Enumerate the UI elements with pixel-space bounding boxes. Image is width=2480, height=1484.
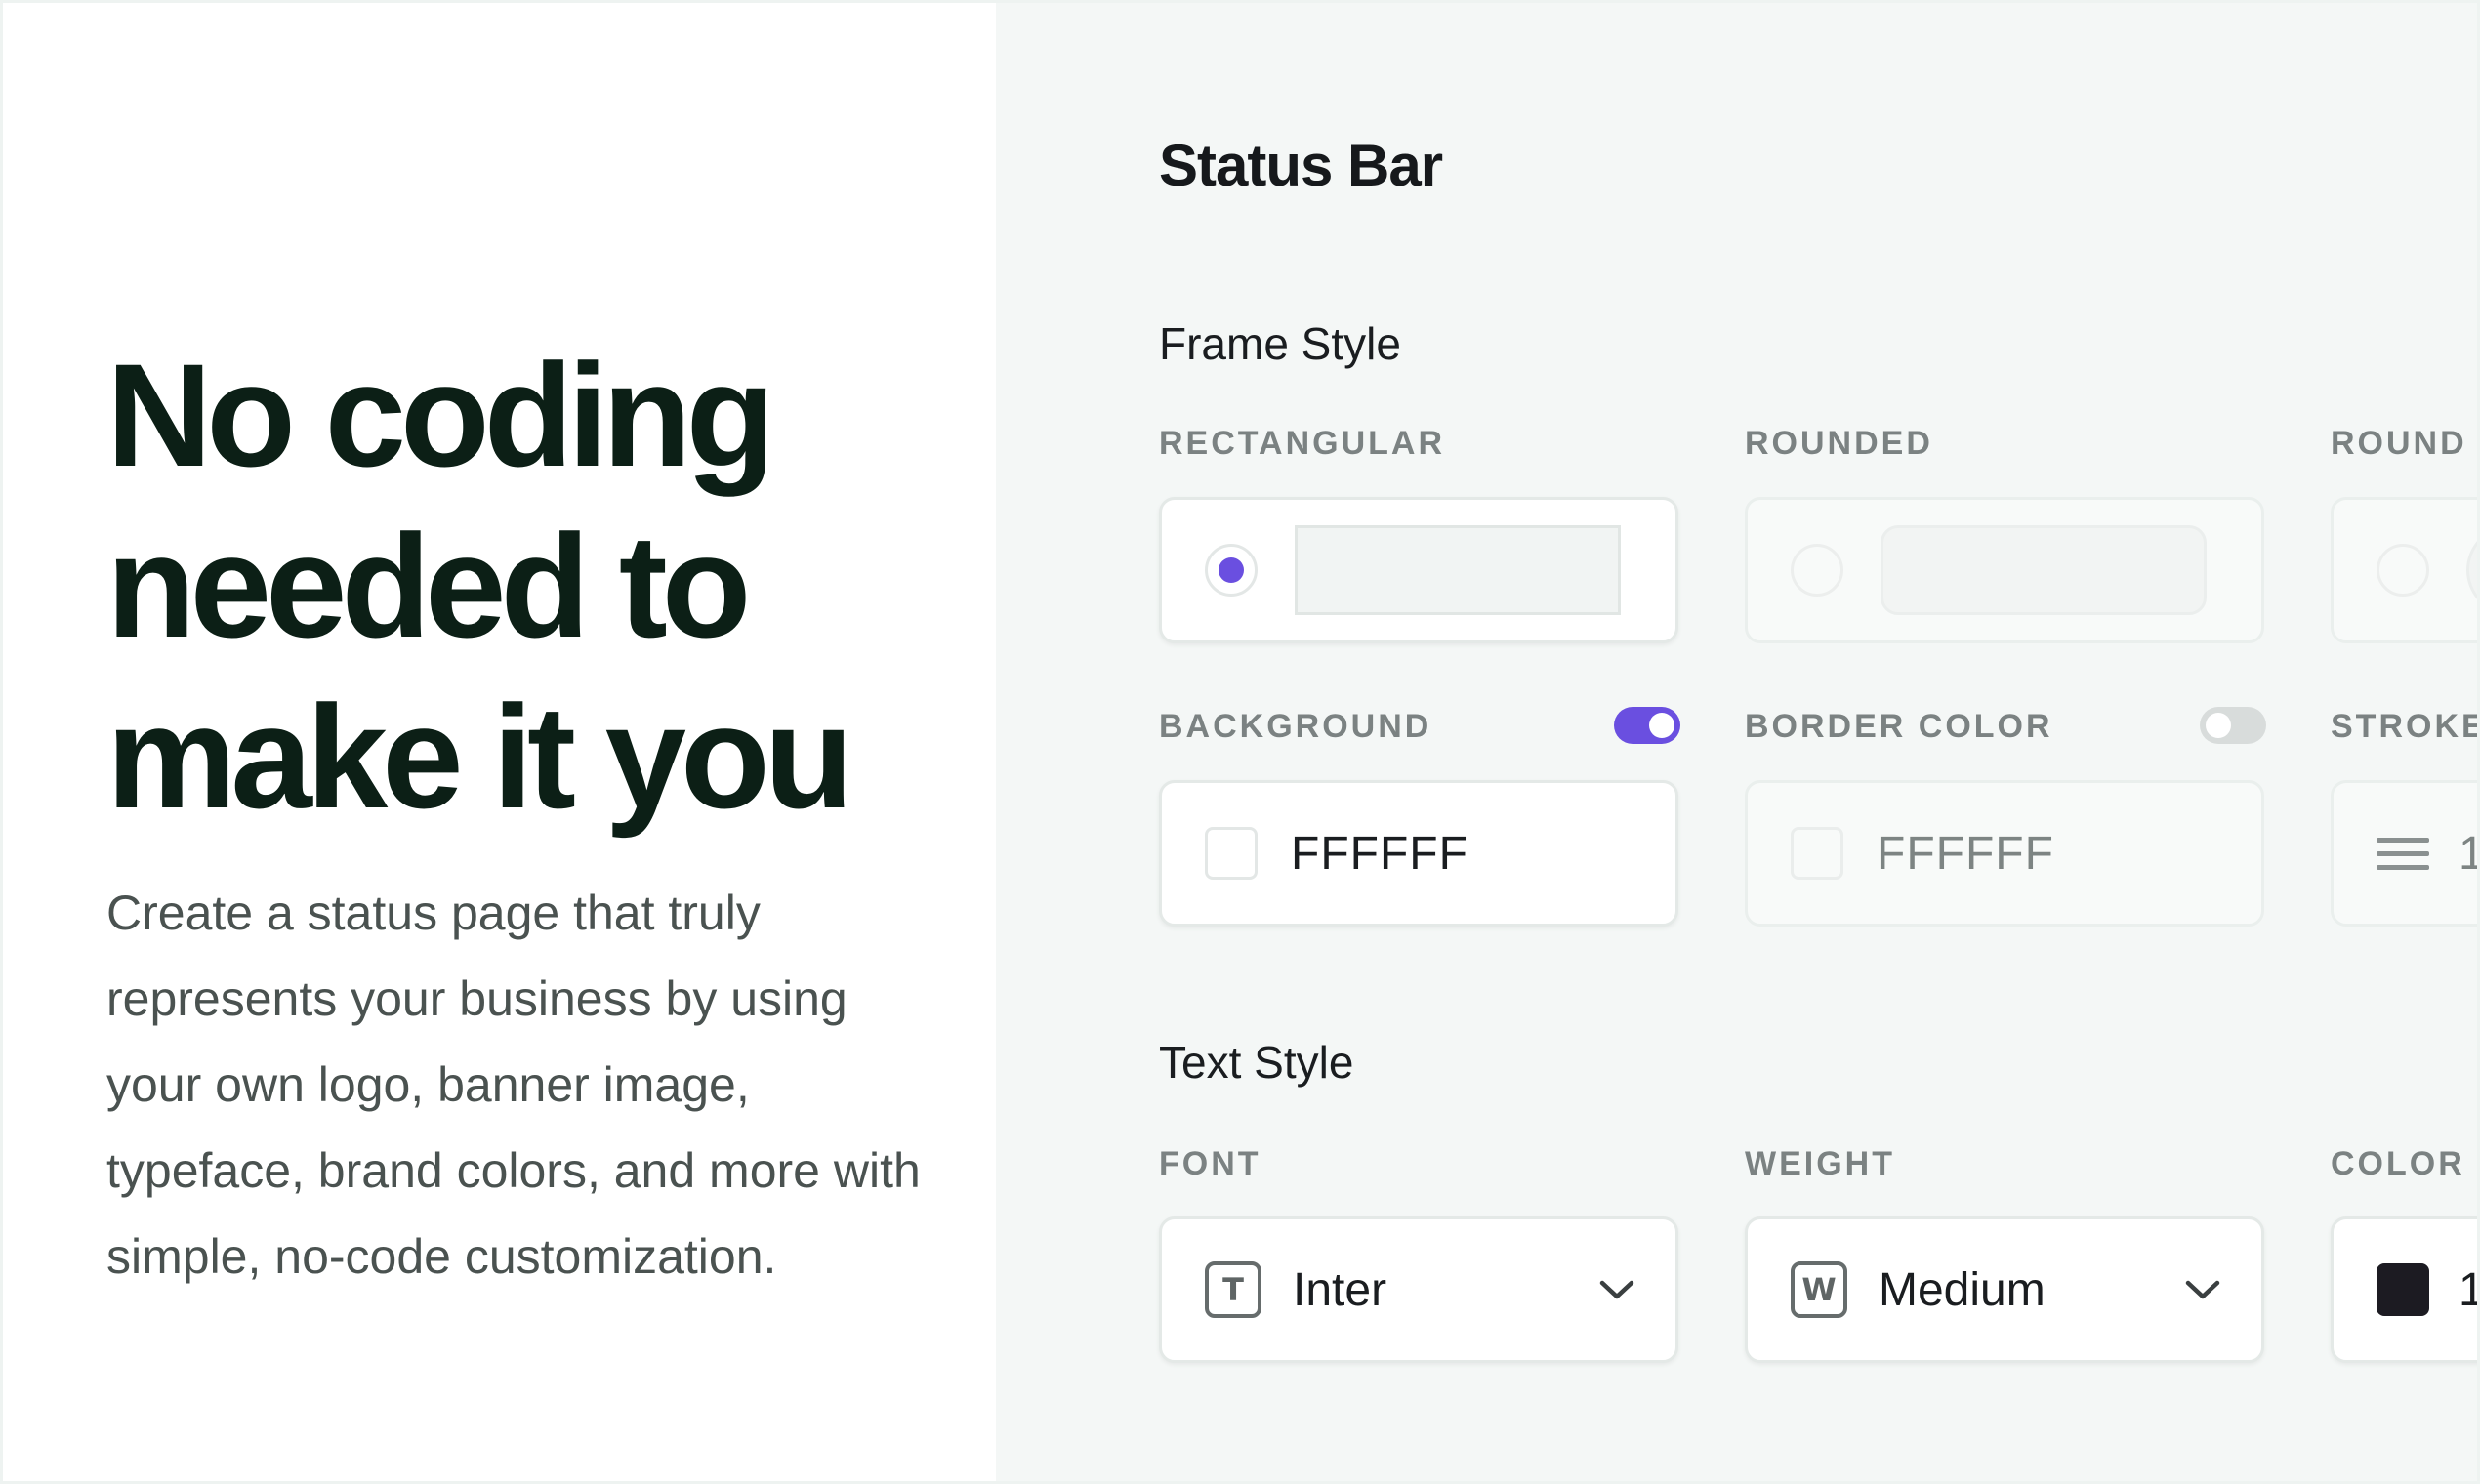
weight-label: WEIGHT xyxy=(1745,1145,1895,1182)
border-color-field[interactable]: FFFFFF xyxy=(1745,780,2264,927)
rounded-preview xyxy=(1881,525,2207,615)
border-color-toggle[interactable] xyxy=(2200,707,2266,744)
font-label: FONT xyxy=(1159,1145,1261,1182)
font-value: Inter xyxy=(1293,1263,1387,1316)
frame-option-rectangular[interactable] xyxy=(1159,497,1678,643)
editor-panel: Status Bar Frame Style RECTANGULAR ROUND… xyxy=(996,3,2477,1481)
round-preview xyxy=(2466,525,2477,615)
border-color-value: FFFFFF xyxy=(1877,827,2054,880)
stroke-value: 1 xyxy=(2459,827,2477,880)
rectangular-preview xyxy=(1295,525,1621,615)
chevron-down-icon[interactable] xyxy=(2181,1268,2224,1311)
font-icon: T xyxy=(1205,1261,1261,1318)
headline-line: No coding xyxy=(106,333,775,497)
radio-selected[interactable] xyxy=(1205,544,1258,597)
frame-option-round[interactable] xyxy=(2331,497,2477,643)
hero-headline: No coding needed to make it you xyxy=(106,330,985,843)
background-color-field[interactable]: FFFFFF xyxy=(1159,780,1678,927)
frame-style-heading: Frame Style xyxy=(1159,318,1401,369)
weight-icon: W xyxy=(1791,1261,1847,1318)
frame-option-label: ROUND xyxy=(2331,425,2467,462)
panel-title: Status Bar xyxy=(1159,133,1443,198)
color-swatch[interactable] xyxy=(1205,827,1258,880)
text-color-value: 1 xyxy=(2459,1263,2477,1316)
text-color-field[interactable]: 1 xyxy=(2331,1216,2477,1363)
frame-option-label: RECTANGULAR xyxy=(1159,425,1446,462)
radio-unselected[interactable] xyxy=(1791,544,1843,597)
hero-description: Create a status page that truly represen… xyxy=(106,886,921,1284)
background-value: FFFFFF xyxy=(1291,827,1468,880)
font-select[interactable]: T Inter xyxy=(1159,1216,1678,1363)
border-color-label: BORDER COLOR xyxy=(1745,708,2053,745)
headline-line: needed to xyxy=(106,504,751,668)
color-label: COLOR xyxy=(2331,1145,2465,1182)
stroke-label: STROKE xyxy=(2331,708,2477,745)
hero-panel: No coding needed to make it you Create a… xyxy=(3,3,996,1481)
stroke-field[interactable]: 1 xyxy=(2331,780,2477,927)
background-toggle[interactable] xyxy=(1614,707,1680,744)
text-style-heading: Text Style xyxy=(1159,1037,1354,1088)
chevron-down-icon[interactable] xyxy=(1595,1268,1638,1311)
weight-select[interactable]: W Medium xyxy=(1745,1216,2264,1363)
weight-value: Medium xyxy=(1879,1263,2046,1316)
radio-unselected[interactable] xyxy=(2377,544,2429,597)
color-swatch[interactable] xyxy=(1791,827,1843,880)
frame-option-label: ROUNDED xyxy=(1745,425,1933,462)
frame-option-rounded[interactable] xyxy=(1745,497,2264,643)
text-color-swatch[interactable] xyxy=(2377,1263,2429,1316)
stroke-width-icon xyxy=(2377,837,2429,870)
background-label: BACKGROUND xyxy=(1159,708,1432,745)
headline-line: make it you xyxy=(106,675,853,839)
